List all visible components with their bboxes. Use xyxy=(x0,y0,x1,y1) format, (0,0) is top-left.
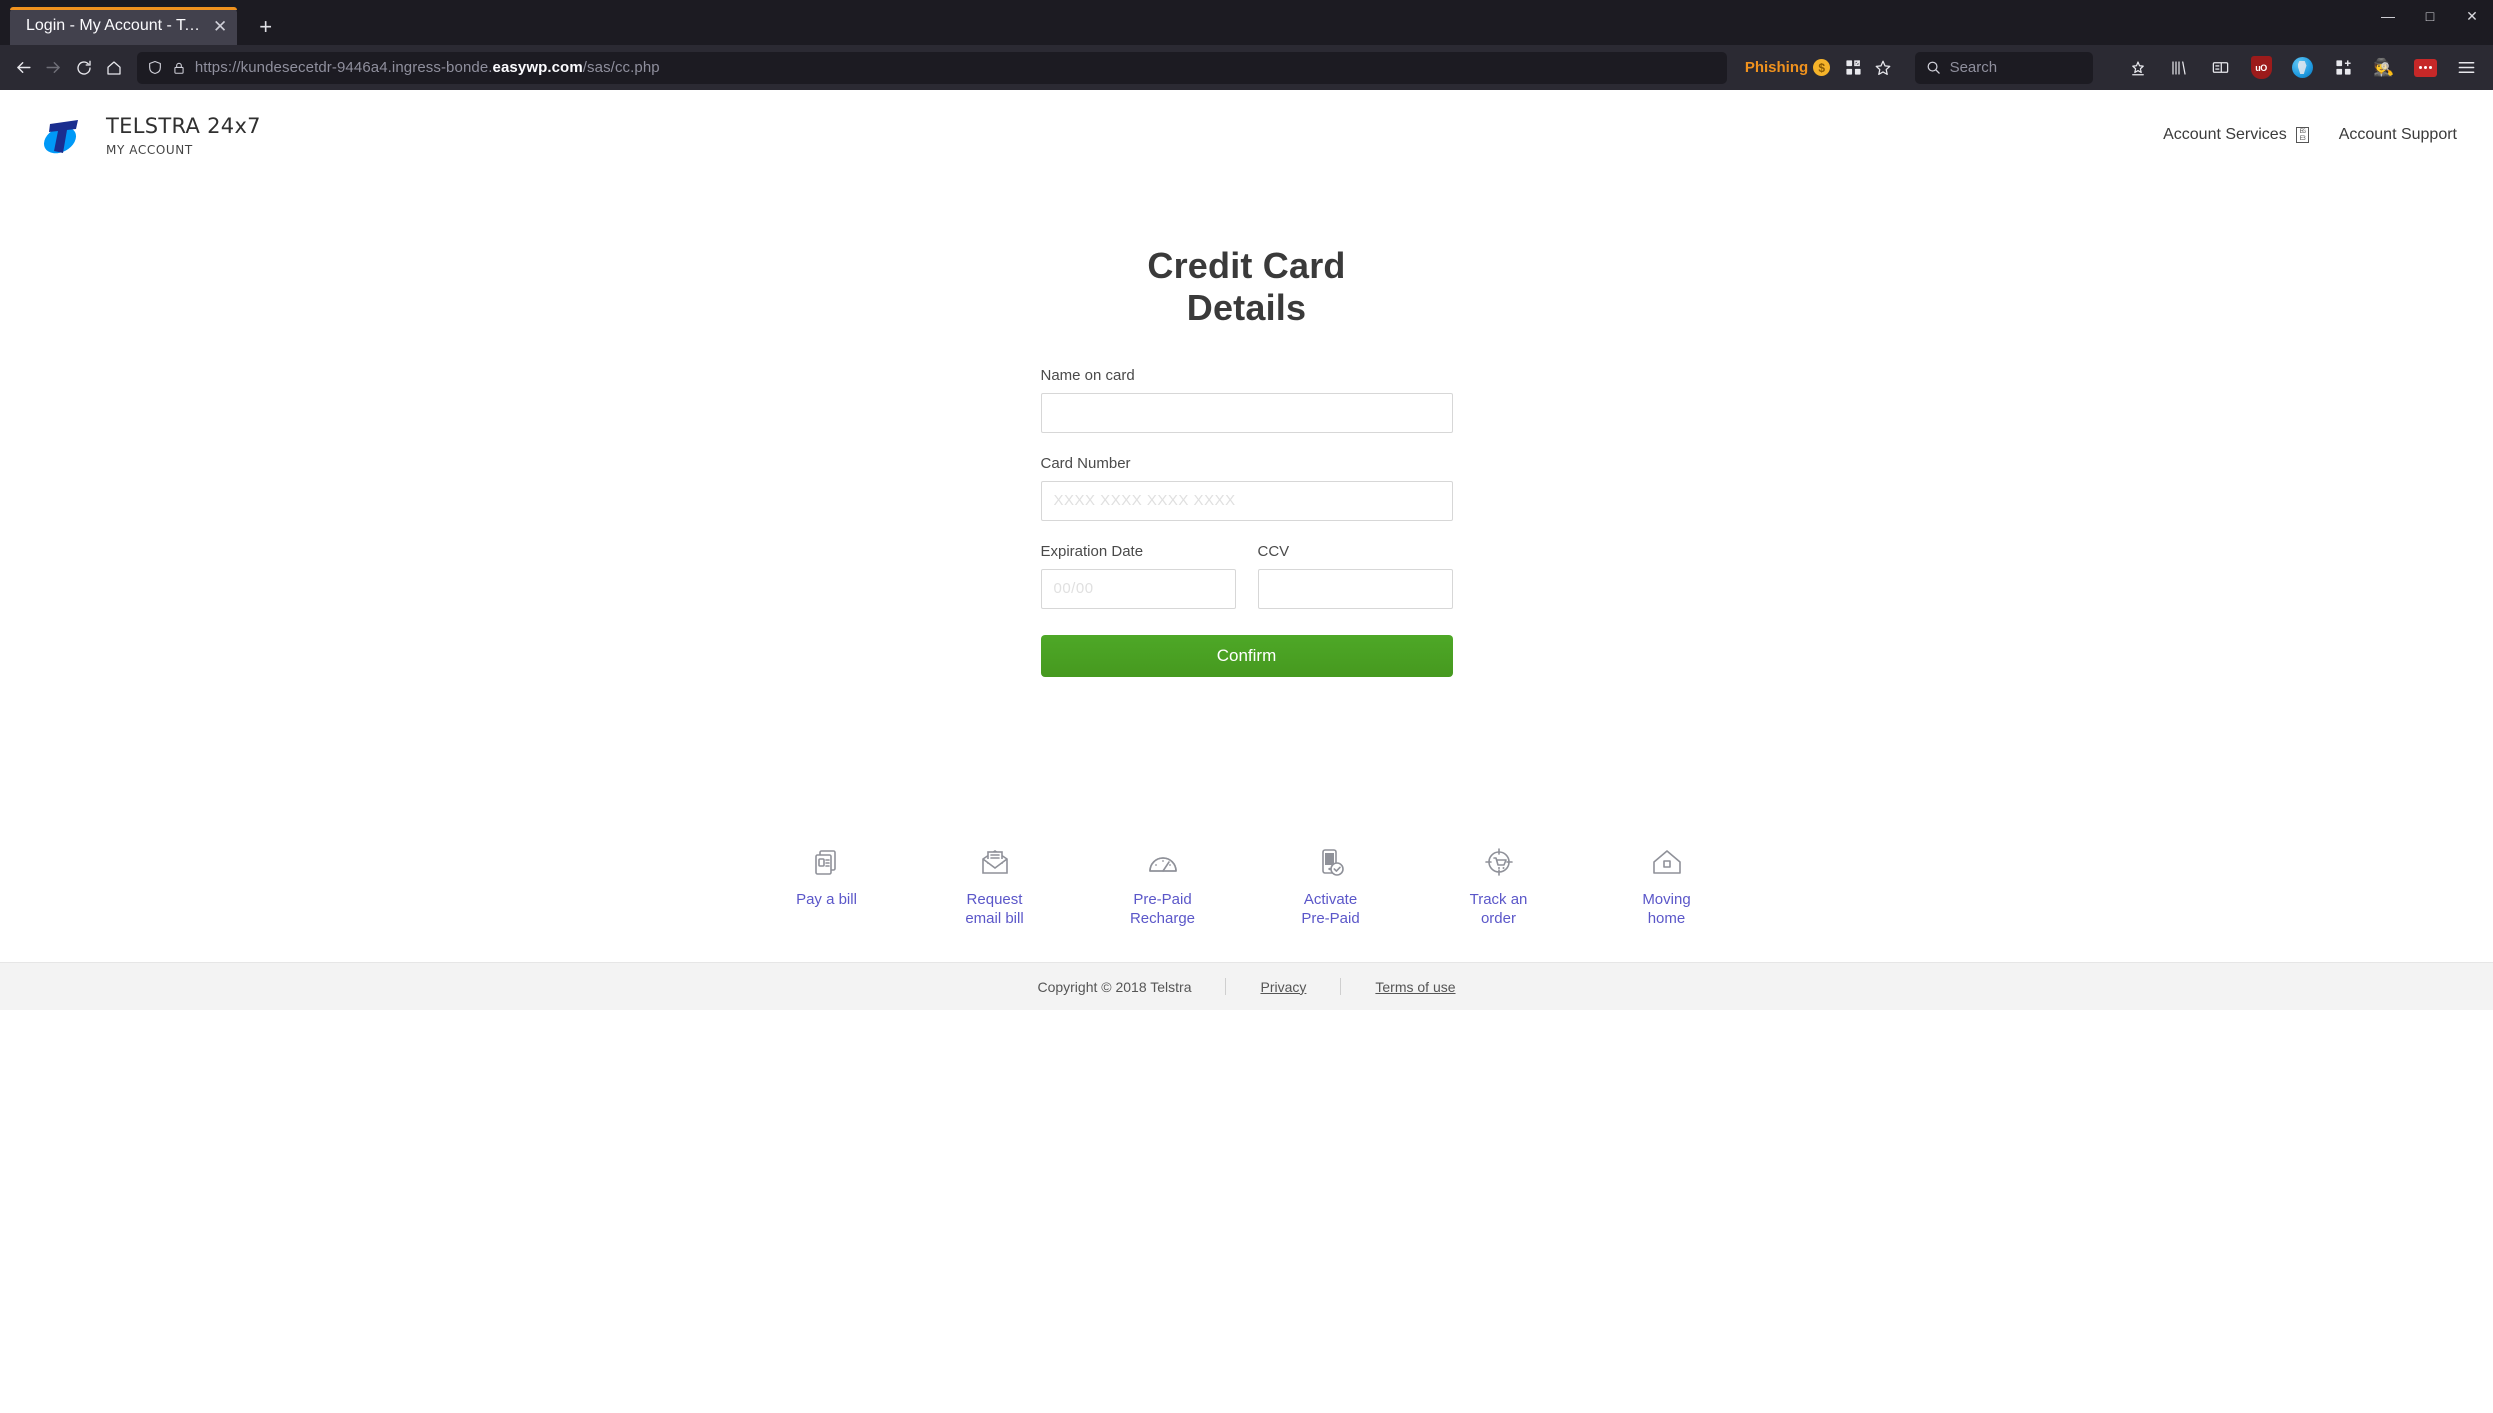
globe-extension-icon[interactable] xyxy=(2285,51,2319,85)
extensions-tray: uO 🕵 xyxy=(2121,51,2483,85)
card-number-label: Card Number xyxy=(1040,454,1131,472)
reader-sidebar-icon[interactable] xyxy=(2203,51,2237,85)
add-extension-icon[interactable] xyxy=(2326,51,2360,85)
quick-link-moving-home[interactable]: Moving home xyxy=(1613,840,1721,928)
brand-title: TELSTRA 24x7 xyxy=(106,113,261,138)
ublock-shield: uO xyxy=(2250,56,2272,79)
header-links: Account Services EG E3 Account Support xyxy=(2163,126,2457,144)
expiration-date-input[interactable] xyxy=(1040,568,1236,609)
track-an-order-icon xyxy=(1482,840,1516,880)
footer: Copyright © 2018 Telstra Privacy Terms o… xyxy=(0,962,2493,1011)
tab-strip: Login - My Account - Telstra ✕ + — □ ✕ xyxy=(0,0,2493,45)
navigation-toolbar: https://kundesecetdr-9446a4.ingress-bond… xyxy=(0,45,2493,90)
quick-link-label: Request email bill xyxy=(965,891,1024,927)
account-support-label: Account Support xyxy=(2338,126,2457,143)
url-domain: easywp.com xyxy=(492,59,583,76)
pay-a-bill-icon xyxy=(810,840,844,880)
red-dots-extension-icon[interactable] xyxy=(2408,51,2442,85)
name-on-card-input[interactable] xyxy=(1040,392,1453,433)
name-on-card-field: Name on card xyxy=(1040,366,1453,433)
forward-arrow-icon xyxy=(40,51,66,85)
page-content: TELSTRA 24x7 MY ACCOUNT Account Services… xyxy=(0,90,2493,1011)
quick-link-track-an-order[interactable]: Track an order xyxy=(1445,840,1553,928)
agent-person-icon[interactable]: 🕵 xyxy=(2367,51,2401,85)
brand[interactable]: TELSTRA 24x7 MY ACCOUNT xyxy=(36,109,261,161)
hamburger-menu-icon[interactable] xyxy=(2449,51,2483,85)
maximize-button[interactable]: □ xyxy=(2423,9,2437,23)
phishing-label: Phishing xyxy=(1744,59,1809,76)
library-icon[interactable] xyxy=(2162,51,2196,85)
quick-link-prepaid-recharge[interactable]: Pre-Paid Recharge xyxy=(1109,840,1217,928)
page-title-line2: Details xyxy=(1186,286,1307,328)
ccv-label: CCV xyxy=(1257,542,1290,560)
url-text: https://kundesecetdr-9446a4.ingress-bond… xyxy=(195,59,660,76)
browser-chrome: Login - My Account - Telstra ✕ + — □ ✕ xyxy=(0,0,2493,90)
ccv-input[interactable] xyxy=(1257,568,1453,609)
quick-link-label: Track an order xyxy=(1469,891,1528,927)
moving-home-icon xyxy=(1650,840,1684,880)
terms-of-use-link[interactable]: Terms of use xyxy=(1375,979,1455,995)
account-services-label: Account Services xyxy=(2163,126,2287,143)
search-icon xyxy=(1926,60,1941,75)
tab-title: Login - My Account - Telstra xyxy=(26,17,201,34)
prepaid-recharge-icon xyxy=(1146,840,1180,880)
bookmark-star-icon[interactable] xyxy=(1870,51,1896,85)
credit-card-form: Credit Card Details Name on card Card Nu… xyxy=(1040,245,1453,840)
expiry-ccv-row: Expiration Date CCV xyxy=(1040,542,1453,609)
coin-badge-icon: $ xyxy=(1813,59,1831,76)
expiration-date-label: Expiration Date xyxy=(1040,542,1144,560)
card-number-input[interactable] xyxy=(1040,480,1453,521)
url-path: /sas/cc.php xyxy=(582,59,660,76)
footer-divider xyxy=(1225,978,1227,996)
footer-divider xyxy=(1340,978,1342,996)
quick-link-label: Activate Pre-Paid xyxy=(1301,891,1360,927)
minimize-button[interactable]: — xyxy=(2381,9,2395,23)
browser-tab[interactable]: Login - My Account - Telstra ✕ xyxy=(10,7,238,45)
quick-link-label: Moving home xyxy=(1642,891,1691,927)
search-input[interactable]: Search xyxy=(1914,51,2093,84)
account-services-link[interactable]: Account Services EG E3 xyxy=(2163,126,2309,144)
search-placeholder: Search xyxy=(1949,59,1998,76)
copyright-text: Copyright © 2018 Telstra xyxy=(1037,978,1192,995)
ublock-origin-icon[interactable]: uO xyxy=(2244,51,2278,85)
card-number-field: Card Number xyxy=(1040,454,1453,521)
back-arrow-icon[interactable] xyxy=(10,51,36,85)
phishing-indicator[interactable]: Phishing $ xyxy=(1744,59,1831,76)
url-prefix: https://kundesecetdr-9446a4.ingress-bond… xyxy=(194,59,493,76)
home-icon[interactable] xyxy=(101,51,127,85)
name-on-card-label: Name on card xyxy=(1040,366,1135,384)
quick-link-request-email-bill[interactable]: Request email bill xyxy=(941,840,1049,928)
window-controls: — □ ✕ xyxy=(2381,9,2479,23)
reload-icon[interactable] xyxy=(70,51,96,85)
close-window-button[interactable]: ✕ xyxy=(2465,9,2479,23)
new-tab-button[interactable]: + xyxy=(259,16,272,38)
quick-links: Pay a bill Request email bill Pre-Paid Rec… xyxy=(0,840,2493,962)
quick-link-activate-prepaid[interactable]: Activate Pre-Paid xyxy=(1277,840,1385,928)
brand-subtitle: MY ACCOUNT xyxy=(106,142,193,157)
quick-link-pay-a-bill[interactable]: Pay a bill xyxy=(773,840,881,928)
activate-prepaid-icon xyxy=(1314,840,1348,880)
ccv-field: CCV xyxy=(1257,542,1453,609)
missing-glyph-icon: EG E3 xyxy=(2295,127,2309,143)
url-bar[interactable]: https://kundesecetdr-9446a4.ingress-bond… xyxy=(136,51,1727,84)
confirm-button[interactable]: Confirm xyxy=(1040,634,1453,677)
close-icon[interactable]: ✕ xyxy=(213,18,227,35)
quick-link-label: Pay a bill xyxy=(796,891,857,908)
main-content: Credit Card Details Name on card Card Nu… xyxy=(0,180,2493,840)
site-header: TELSTRA 24x7 MY ACCOUNT Account Services… xyxy=(0,90,2493,180)
shield-icon[interactable] xyxy=(147,59,163,76)
account-support-link[interactable]: Account Support xyxy=(2339,126,2457,144)
privacy-link[interactable]: Privacy xyxy=(1260,979,1306,995)
page-title-line1: Credit Card xyxy=(1147,245,1346,286)
quick-link-label: Pre-Paid Recharge xyxy=(1129,891,1196,927)
lock-icon xyxy=(172,60,186,76)
page-title: Credit Card Details xyxy=(1041,245,1453,329)
pocket-save-icon[interactable] xyxy=(2121,51,2155,85)
expiration-date-field: Expiration Date xyxy=(1040,542,1236,609)
extensions-grid-icon[interactable] xyxy=(1840,51,1866,85)
telstra-logo-icon xyxy=(36,109,88,161)
request-email-bill-icon xyxy=(978,840,1012,880)
